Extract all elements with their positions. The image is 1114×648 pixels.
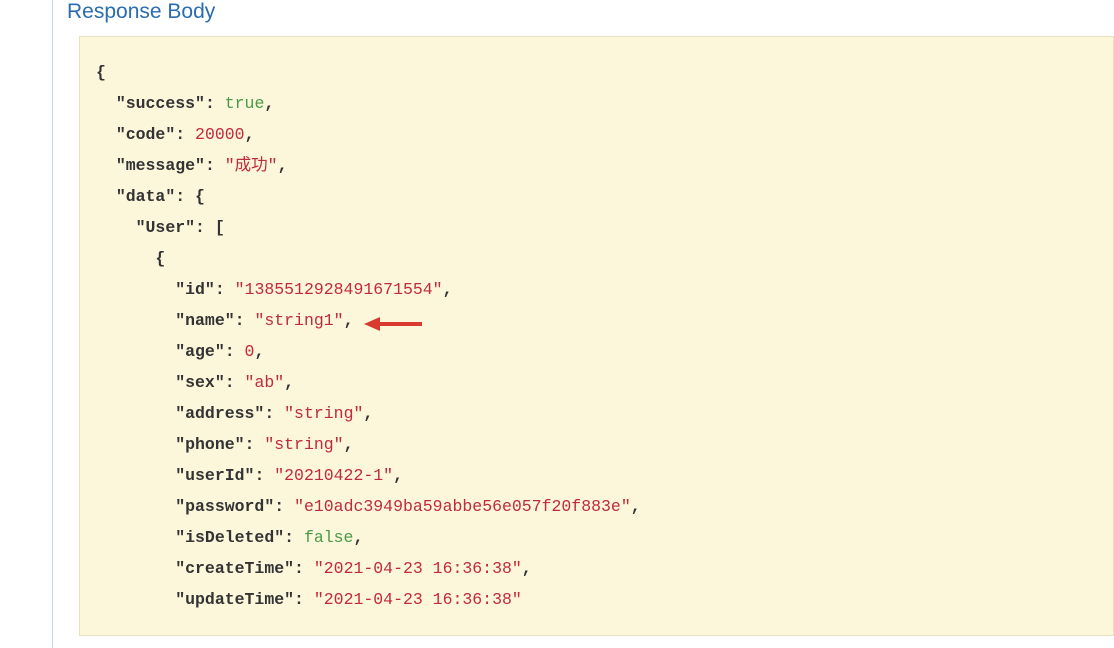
json-value-isDeleted: false <box>304 528 354 547</box>
json-key-id: "id" <box>175 280 215 299</box>
json-key-address: "address" <box>175 404 264 423</box>
json-key-updateTime: "updateTime" <box>175 590 294 609</box>
json-value-phone: "string" <box>264 435 343 454</box>
json-value-code: 20000 <box>195 125 245 144</box>
response-body-code: { "success": true, "code": 20000, "messa… <box>79 36 1114 636</box>
json-key-userId: "userId" <box>175 466 254 485</box>
json-key-age: "age" <box>175 342 225 361</box>
response-body-section: Response Body { "success": true, "code":… <box>52 0 1114 648</box>
json-key-code: "code" <box>116 125 175 144</box>
json-value-success: true <box>225 94 265 113</box>
json-value-updateTime: "2021-04-23 16:36:38" <box>314 590 522 609</box>
json-value-name: "string1" <box>254 311 343 330</box>
section-title: Response Body <box>53 0 1114 36</box>
json-value-id: "1385512928491671554" <box>235 280 443 299</box>
json-value-age: 0 <box>245 342 255 361</box>
json-key-createTime: "createTime" <box>175 559 294 578</box>
json-key-data: "data" <box>116 187 175 206</box>
json-value-userId: "20210422-1" <box>274 466 393 485</box>
json-key-message: "message" <box>116 156 205 175</box>
json-value-password: "e10adc3949ba59abbe56e057f20f883e" <box>294 497 631 516</box>
json-key-isDeleted: "isDeleted" <box>175 528 284 547</box>
json-key-phone: "phone" <box>175 435 244 454</box>
json-value-address: "string" <box>284 404 363 423</box>
json-value-message: "成功" <box>225 156 278 175</box>
json-key-name: "name" <box>175 311 234 330</box>
json-value-createTime: "2021-04-23 16:36:38" <box>314 559 522 578</box>
json-value-sex: "ab" <box>245 373 285 392</box>
json-key-sex: "sex" <box>175 373 225 392</box>
annotation-arrow-icon <box>364 313 424 335</box>
json-key-success: "success" <box>116 94 205 113</box>
json-key-password: "password" <box>175 497 274 516</box>
json-key-user: "User" <box>136 218 195 237</box>
